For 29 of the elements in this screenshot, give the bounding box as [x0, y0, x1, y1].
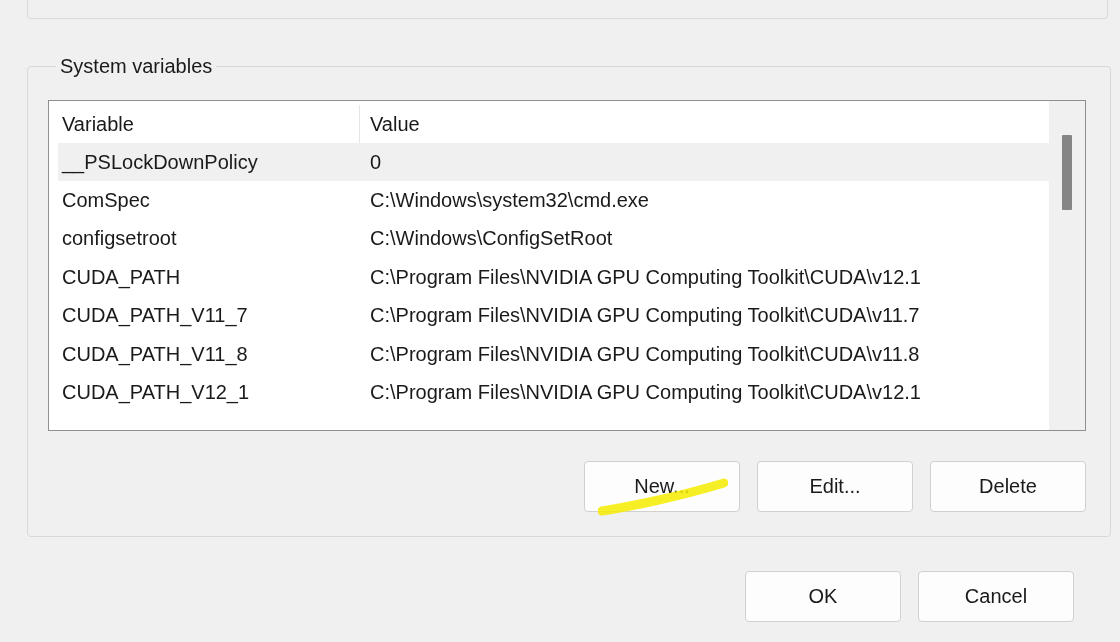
scrollbar[interactable]	[1049, 101, 1085, 430]
value-cell-text: C:\Windows\ConfigSetRoot	[369, 226, 614, 252]
value-cell-text: C:\Program Files\NVIDIA GPU Computing Toolkit\CUDA\v11.8	[369, 341, 921, 367]
list-row[interactable]: CUDA_PATH_V11_8 C:\Program Files\NVIDIA GPU Computing Toolkit\CUDA\v11.8	[58, 334, 1049, 374]
list-row[interactable]: __PSLockDownPolicy 0	[58, 143, 1049, 182]
variable-cell-text: CUDA_PATH	[61, 264, 182, 291]
list-row[interactable]: CUDA_PATH_V11_7 C:\Program Files\NVIDIA GPU Computing Toolkit\CUDA\v11.7	[58, 296, 1049, 335]
list-row[interactable]: CUDA_PATH_V12_1 C:\Program Files\NVIDIA GPU Computing Toolkit\CUDA\v12.1	[58, 373, 1049, 412]
variable-cell-text: CUDA_PATH_V12_1	[61, 380, 251, 406]
variable-cell-text: ComSpec	[61, 188, 151, 214]
value-cell-text: C:\Program Files\NVIDIA GPU Computing Toolkit\CUDA\v12.1	[369, 380, 922, 406]
list-row[interactable]: CUDA_PATH C:\Program Files\NVIDIA GPU Computing Toolkit\CUDA\v12.1	[58, 258, 1049, 297]
group-title: System variables	[59, 55, 214, 78]
column-header[interactable]: Value	[360, 105, 1040, 143]
variable-cell-text: CUDA_PATH_V11_7	[61, 303, 249, 329]
scroll-thumb[interactable]	[1062, 135, 1072, 210]
variable-cell-text: __PSLockDownPolicy	[60, 149, 259, 176]
variable-cell-text: CUDA_PATH_V11_8	[61, 341, 249, 368]
action-button[interactable]: Delete	[930, 461, 1086, 512]
value-cell-text: C:\Program Files\NVIDIA GPU Computing Toolkit\CUDA\v11.7	[369, 303, 921, 329]
dialog-button[interactable]: OK	[745, 571, 901, 622]
value-cell-text: C:\Windows\system32\cmd.exe	[369, 188, 650, 214]
dialog-button[interactable]: Cancel	[918, 571, 1074, 622]
variable-cell-text: configsetroot	[61, 226, 178, 252]
list-row[interactable]: configsetroot C:\Windows\ConfigSetRoot	[58, 219, 1049, 259]
action-button[interactable]: Edit...	[757, 461, 913, 512]
value-cell-text: 0	[369, 149, 383, 175]
list-row[interactable]: ComSpec C:\Windows\system32\cmd.exe	[58, 181, 1049, 220]
value-cell-text: C:\Program Files\NVIDIA GPU Computing Toolkit\CUDA\v12.1	[369, 264, 922, 290]
